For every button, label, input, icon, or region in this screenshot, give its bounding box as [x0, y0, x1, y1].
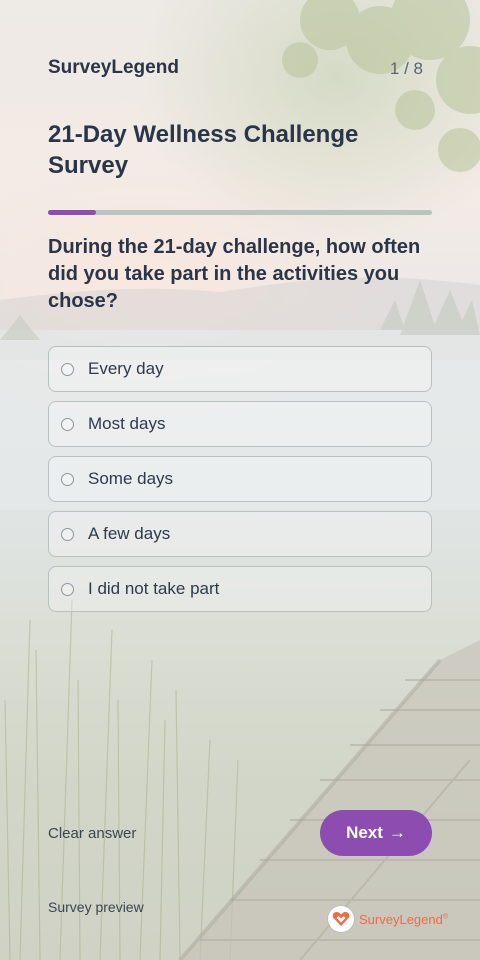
- option-most-days[interactable]: Most days: [48, 401, 432, 447]
- option-some-days[interactable]: Some days: [48, 456, 432, 502]
- option-label: Every day: [88, 359, 164, 378]
- option-a-few-days[interactable]: A few days: [48, 511, 432, 557]
- radio-button[interactable]: [61, 417, 74, 431]
- logo-text: SurveyLegend®: [359, 911, 449, 927]
- radio-button[interactable]: [61, 362, 74, 376]
- radio-button[interactable]: [61, 582, 74, 596]
- option-label: A few days: [88, 524, 171, 543]
- progress-bar: [48, 210, 432, 215]
- brand-name: SurveyLegend: [48, 57, 179, 78]
- radio-button[interactable]: [61, 527, 74, 541]
- option-did-not-take-part[interactable]: I did not take part: [48, 566, 432, 612]
- progress-bar-fill: [48, 210, 96, 215]
- surveylegend-logo[interactable]: SurveyLegend®: [328, 906, 448, 932]
- next-button-label: Next: [346, 823, 383, 842]
- clear-answer-link[interactable]: Clear answer: [48, 825, 136, 842]
- survey-title: 21-Day Wellness Challenge Survey: [48, 121, 359, 179]
- option-label: I did not take part: [88, 579, 220, 598]
- arrow-right-icon: →: [388, 823, 406, 842]
- option-label: Some days: [88, 469, 174, 488]
- question-text: During the 21-day challenge, how often d…: [48, 236, 421, 312]
- page-counter: 1 / 8: [389, 59, 423, 78]
- next-button[interactable]: Next →: [320, 810, 432, 856]
- radio-button[interactable]: [61, 472, 74, 486]
- survey-preview-label: Survey preview: [48, 899, 144, 915]
- heart-logo-icon: [328, 906, 354, 932]
- option-label: Most days: [88, 414, 166, 433]
- answer-options: Every day Most days Some days A few days…: [48, 346, 432, 621]
- option-every-day[interactable]: Every day: [48, 346, 432, 392]
